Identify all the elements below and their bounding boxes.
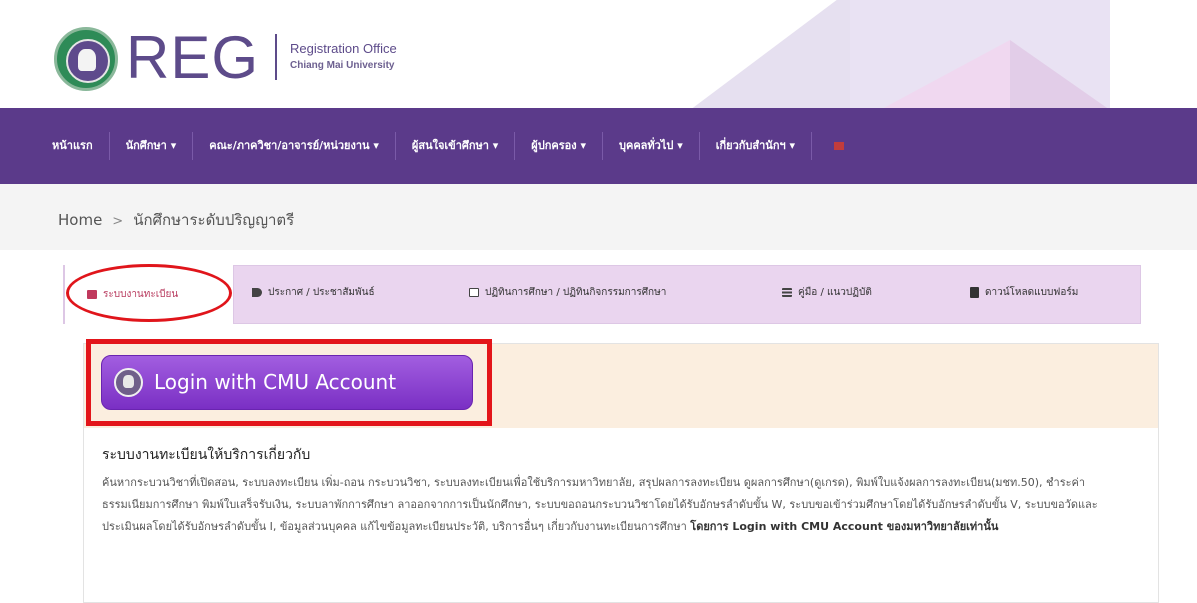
section-description: ค้นหากระบวนวิชาที่เปิดสอน, ระบบลงทะเบียน… (102, 472, 1122, 538)
site-header: REG Registration Office Chiang Mai Unive… (0, 0, 1197, 108)
calendar-icon (469, 287, 479, 297)
breadcrumb-separator: > (112, 214, 124, 229)
file-icon (970, 286, 979, 298)
tab-label: คู่มือ / แนวปฏิบัติ (798, 287, 872, 298)
header-decoration (880, 40, 1010, 108)
login-with-cmu-account-button[interactable]: Login with CMU Account (101, 355, 473, 410)
highlight-ellipse-annotation (66, 264, 232, 322)
logo-subtitle-university: Chiang Mai University (290, 60, 395, 71)
reg-logo-text[interactable]: REG (126, 20, 259, 96)
nav-item-about[interactable]: เกี่ยวกับสำนักฯ ▾ (700, 132, 813, 160)
nav-item-faculty[interactable]: คณะ/ภาควิชา/อาจารย์/หน่วยงาน ▾ (193, 132, 396, 160)
header-decoration (1010, 40, 1110, 108)
nav-item-applicants[interactable]: ผู้สนใจเข้าศึกษา ▾ (396, 132, 516, 160)
language-flag-button[interactable] (812, 132, 860, 160)
header-decoration (690, 0, 850, 108)
cmu-logo-icon (114, 368, 143, 397)
tab-announcements[interactable]: ประกาศ / ประชาสัมพันธ์ (252, 285, 375, 300)
tab-label: ดาวน์โหลดแบบฟอร์ม (985, 287, 1079, 298)
description-emphasis: โดยการ Login with CMU Account ของมหาวิทย… (690, 520, 999, 533)
login-button-label: Login with CMU Account (154, 370, 397, 394)
university-seal-logo[interactable] (54, 27, 118, 91)
tab-academic-calendar[interactable]: ปฏิทินการศึกษา / ปฏิทินกิจกรรมการศึกษา (469, 285, 666, 300)
flag-icon (834, 142, 845, 150)
nav-item-public[interactable]: บุคคลทั่วไป ▾ (603, 132, 700, 160)
megaphone-icon (252, 287, 262, 297)
breadcrumb: Home > นักศึกษาระดับปริญญาตรี (0, 184, 1197, 250)
main-nav: หน้าแรก นักศึกษา ▾ คณะ/ภาควิชา/อาจารย์/ห… (0, 108, 1197, 184)
list-icon (782, 287, 792, 297)
tab-download-forms[interactable]: ดาวน์โหลดแบบฟอร์ม (970, 285, 1078, 300)
tab-manuals[interactable]: คู่มือ / แนวปฏิบัติ (782, 285, 872, 300)
tab-label: ประกาศ / ประชาสัมพันธ์ (268, 287, 375, 298)
breadcrumb-current: นักศึกษาระดับปริญญาตรี (133, 211, 295, 229)
logo-divider (275, 34, 277, 80)
nav-item-students[interactable]: นักศึกษา ▾ (110, 132, 194, 160)
nav-item-home[interactable]: หน้าแรก (36, 132, 110, 160)
section-title: ระบบงานทะเบียนให้บริการเกี่ยวกับ (102, 447, 311, 463)
breadcrumb-home-link[interactable]: Home (58, 211, 102, 229)
nav-item-parents[interactable]: ผู้ปกครอง ▾ (515, 132, 603, 160)
tab-label: ปฏิทินการศึกษา / ปฏิทินกิจกรรมการศึกษา (485, 287, 667, 298)
logo-subtitle-office: Registration Office (290, 41, 397, 56)
